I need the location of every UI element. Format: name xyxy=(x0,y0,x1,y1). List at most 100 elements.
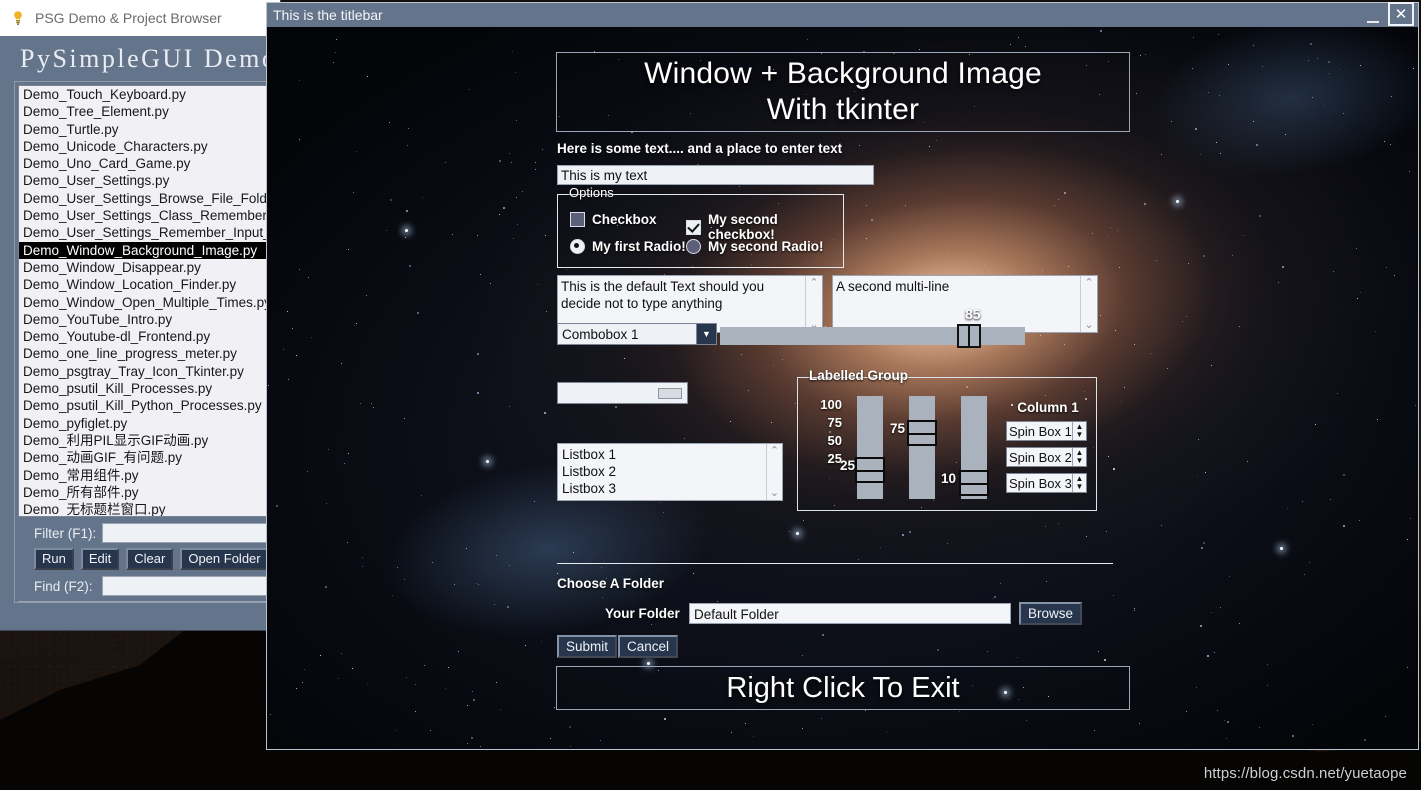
scrollbar-thumb[interactable] xyxy=(658,387,682,399)
horizontal-slider-thumb[interactable] xyxy=(957,324,981,348)
minimize-icon[interactable] xyxy=(1364,10,1382,26)
spin-box-2[interactable]: Spin Box 2 ▲ ▼ xyxy=(1006,447,1087,467)
combobox[interactable]: Combobox 1 ▼ xyxy=(557,323,717,345)
filter-input[interactable] xyxy=(102,523,270,543)
vertical-slider-1-thumb[interactable] xyxy=(855,457,885,483)
vertical-slider-1[interactable] xyxy=(855,396,885,499)
file-list-item[interactable]: Demo_Window_Open_Multiple_Times.py xyxy=(19,294,268,311)
cancel-button[interactable]: Cancel xyxy=(618,635,679,658)
open-folder-button[interactable]: Open Folder xyxy=(180,548,269,570)
checkbox-2-label: My second checkbox! xyxy=(708,212,778,242)
options-group: Options Checkbox My second checkbox! My … xyxy=(557,185,844,268)
title-banner: Window + Background Image With tkinter xyxy=(556,52,1130,132)
spin-box-3-arrows[interactable]: ▲ ▼ xyxy=(1071,474,1086,492)
horizontal-slider[interactable]: 85 xyxy=(720,306,1025,348)
tick-50: 50 xyxy=(827,433,842,448)
radio-1-row[interactable]: My first Radio! xyxy=(570,239,686,254)
filter-label: Filter (F1): xyxy=(34,525,97,541)
form-layer: Window + Background Image With tkinter H… xyxy=(267,27,1418,749)
file-list-item[interactable]: Demo_常用组件.py xyxy=(19,467,268,484)
scroll-up-icon[interactable]: ⌃ xyxy=(770,446,779,457)
spin-box-1[interactable]: Spin Box 1 ▲ ▼ xyxy=(1006,421,1087,441)
vertical-slider-3-thumb[interactable] xyxy=(959,470,989,496)
file-list-item[interactable]: Demo_利用PIL显示GIF动画.py xyxy=(19,432,268,449)
psg-file-frame: Demo_Touch_Keyboard.py Demo_Tree_Element.… xyxy=(14,81,270,603)
file-list-item[interactable]: Demo_Tree_Element.py xyxy=(19,103,268,120)
file-list-item[interactable]: Demo_User_Settings_Class_Remember_ xyxy=(19,207,268,224)
horizontal-divider xyxy=(557,563,1113,564)
file-list-item[interactable]: Demo_one_line_progress_meter.py xyxy=(19,345,268,362)
file-list-item[interactable]: Demo_所有部件.py xyxy=(19,484,268,501)
file-list-item[interactable]: Demo_Unicode_Characters.py xyxy=(19,138,268,155)
horizontal-scrollbar-widget[interactable] xyxy=(557,382,688,404)
spin-down-icon[interactable]: ▼ xyxy=(1075,483,1083,491)
clear-button[interactable]: Clear xyxy=(126,548,174,570)
banner-line-2: With tkinter xyxy=(766,93,920,126)
chevron-down-icon[interactable]: ▼ xyxy=(696,324,716,344)
radio-1-button[interactable] xyxy=(570,239,585,254)
listbox-scrollbar[interactable]: ⌃ ⌄ xyxy=(766,444,782,500)
listbox-item[interactable]: Listbox 2 xyxy=(562,463,766,480)
browse-button[interactable]: Browse xyxy=(1019,602,1083,625)
listbox-items[interactable]: Listbox 1 Listbox 2 Listbox 3 xyxy=(558,444,766,500)
file-list-item[interactable]: Demo_psgtray_Tray_Icon_Tkinter.py xyxy=(19,363,268,380)
spin-box-3[interactable]: Spin Box 3 ▲ ▼ xyxy=(1006,473,1087,493)
file-list-item[interactable]: Demo_User_Settings_Remember_Input_ xyxy=(19,224,268,241)
vertical-slider-2[interactable] xyxy=(907,396,937,499)
scroll-down-icon[interactable]: ⌄ xyxy=(770,488,779,499)
multiline-2-scrollbar[interactable]: ⌃ ⌄ xyxy=(1080,276,1097,332)
file-listbox[interactable]: Demo_Touch_Keyboard.py Demo_Tree_Element.… xyxy=(18,85,269,517)
spin-box-2-arrows[interactable]: ▲ ▼ xyxy=(1071,448,1086,466)
file-list-item[interactable]: Demo_Window_Background_Image.py xyxy=(19,241,268,259)
choose-folder-heading: Choose A Folder xyxy=(557,576,665,591)
main-titlebar[interactable]: This is the titlebar ✕ xyxy=(267,2,1418,28)
run-button[interactable]: Run xyxy=(34,548,74,570)
horizontal-slider-value: 85 xyxy=(965,306,981,322)
checkbox-2-box[interactable] xyxy=(686,219,701,235)
edit-button[interactable]: Edit xyxy=(80,548,120,570)
vertical-slider-2-thumb[interactable] xyxy=(907,420,937,446)
scroll-up-icon[interactable]: ⌃ xyxy=(1084,278,1093,289)
spin-down-icon[interactable]: ▼ xyxy=(1075,457,1083,465)
file-list-item[interactable]: Demo_psutil_Kill_Python_Processes.py xyxy=(19,397,268,414)
your-folder-label: Your Folder xyxy=(605,606,680,621)
main-text-input[interactable]: This is my text xyxy=(557,165,874,185)
file-list-item[interactable]: Demo_Youtube-dl_Frontend.py xyxy=(19,328,268,345)
exit-banner-text: Right Click To Exit xyxy=(726,671,960,704)
file-list-item[interactable]: Demo_Turtle.py xyxy=(19,121,268,138)
submit-button[interactable]: Submit xyxy=(557,635,618,658)
psg-titlebar[interactable]: PSG Demo & Project Browser xyxy=(0,0,280,36)
checkbox-2-row[interactable]: My second checkbox! xyxy=(686,212,843,242)
scroll-down-icon[interactable]: ⌄ xyxy=(1084,320,1093,331)
file-list-item[interactable]: Demo_pyfiglet.py xyxy=(19,415,268,432)
listbox[interactable]: Listbox 1 Listbox 2 Listbox 3 ⌃ ⌄ xyxy=(557,443,783,501)
vertical-slider-3[interactable] xyxy=(959,396,989,499)
file-list-item[interactable]: Demo_User_Settings_Browse_File_Folde xyxy=(19,190,268,207)
file-list-item[interactable]: Demo_动画GIF_有问题.py xyxy=(19,449,268,466)
file-list-item[interactable]: Demo_Window_Location_Finder.py xyxy=(19,276,268,293)
checkbox-1-row[interactable]: Checkbox xyxy=(570,212,657,227)
tick-100: 100 xyxy=(820,397,842,412)
checkbox-1-label: Checkbox xyxy=(592,212,657,227)
right-click-exit-banner[interactable]: Right Click To Exit xyxy=(556,666,1130,710)
radio-2-row[interactable]: My second Radio! xyxy=(686,239,824,254)
scroll-up-icon[interactable]: ⌃ xyxy=(809,278,818,289)
file-list-item[interactable]: Demo_Window_Disappear.py xyxy=(19,259,268,276)
spin-box-1-arrows[interactable]: ▲ ▼ xyxy=(1071,422,1086,440)
file-list-item[interactable]: Demo_User_Settings.py xyxy=(19,172,268,189)
listbox-item[interactable]: Listbox 3 xyxy=(562,480,766,497)
options-legend: Options xyxy=(569,185,614,200)
find-input[interactable] xyxy=(102,576,270,596)
file-list-item[interactable]: Demo_psutil_Kill_Processes.py xyxy=(19,380,268,397)
spin-down-icon[interactable]: ▼ xyxy=(1075,431,1083,439)
file-list-item[interactable]: Demo_Touch_Keyboard.py xyxy=(19,86,268,103)
listbox-item[interactable]: Listbox 1 xyxy=(562,446,766,463)
file-list-item[interactable]: Demo_YouTube_Intro.py xyxy=(19,311,268,328)
file-list-item[interactable]: Demo_Uno_Card_Game.py xyxy=(19,155,268,172)
folder-input[interactable]: Default Folder xyxy=(689,603,1011,624)
radio-2-button[interactable] xyxy=(686,239,701,254)
close-icon[interactable]: ✕ xyxy=(1388,2,1414,26)
file-list-item[interactable]: Demo_无标题栏窗口.py xyxy=(19,501,268,516)
checkbox-1-box[interactable] xyxy=(570,212,585,227)
spin-box-2-value: Spin Box 2 xyxy=(1009,449,1072,465)
